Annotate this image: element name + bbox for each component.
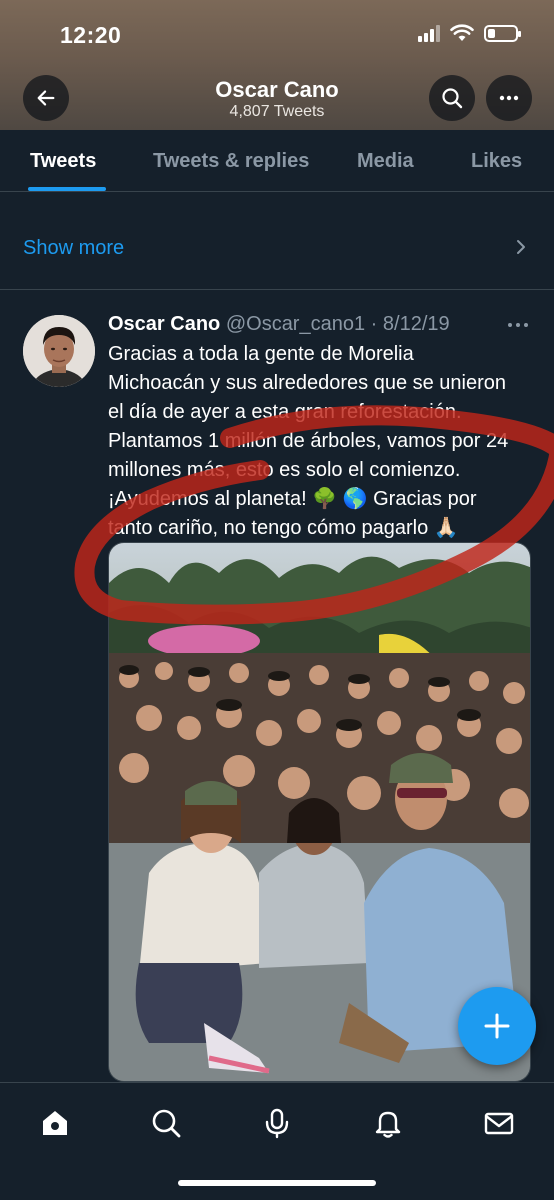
tab-likes[interactable]: Likes — [471, 150, 522, 173]
tweet-author-name[interactable]: Oscar Cano — [108, 313, 220, 335]
tweet-author-handle[interactable]: @Oscar_cano1 — [226, 313, 365, 335]
messages-envelope-icon — [484, 1112, 514, 1135]
nav-search[interactable] — [146, 1103, 186, 1143]
status-icons — [418, 24, 521, 42]
tab-media[interactable]: Media — [357, 150, 414, 173]
tweet-text: Gracias a toda la gente de Morelia Micho… — [108, 340, 538, 543]
meta-separator: · — [370, 313, 378, 335]
profile-tabs: Tweets Tweets & replies Media Likes — [0, 130, 554, 192]
profile-screen: 12:20 Oscar Cano 4,807 Tweets Tweets Twe… — [0, 0, 554, 1200]
search-icon — [152, 1109, 181, 1138]
chevron-right-icon — [517, 240, 525, 254]
tweet-text-line: ¡Ayudemos al planeta! 🌳 🌎 Gracias por — [108, 488, 477, 510]
search-button[interactable] — [429, 75, 475, 121]
tweet-text-line: el día de ayer a esta gran reforestación… — [108, 401, 462, 423]
nav-spaces[interactable] — [257, 1103, 297, 1143]
tweet-text-line: millones más, esto es solo el comienzo. — [108, 459, 461, 481]
wifi-icon — [450, 24, 474, 41]
active-tab-indicator — [28, 187, 106, 191]
avatar[interactable] — [23, 315, 95, 387]
tweet-text-line: tanto cariño, no tengo cómo pagarlo 🙏🏻 — [108, 517, 459, 539]
plus-icon — [484, 1013, 510, 1039]
nav-messages[interactable] — [479, 1103, 519, 1143]
search-icon — [442, 88, 463, 109]
tab-tweets[interactable]: Tweets — [30, 150, 96, 173]
tweet-date[interactable]: 8/12/19 — [383, 313, 450, 335]
nav-notifications[interactable] — [368, 1103, 408, 1143]
tab-tweets-replies[interactable]: Tweets & replies — [153, 150, 309, 173]
spaces-microphone-icon — [265, 1108, 289, 1139]
tweet-text-line: Gracias a toda la gente de Morelia — [108, 343, 414, 365]
show-more-label[interactable]: Show more — [23, 237, 124, 260]
tweet-text-line: Plantamos 1 millón de árboles, vamos por… — [108, 430, 509, 452]
cellular-signal-icon — [418, 24, 440, 42]
more-options-button[interactable] — [486, 75, 532, 121]
notifications-bell-icon — [375, 1111, 401, 1138]
tweet-header: Oscar Cano @Oscar_cano1 · 8/12/19 — [108, 313, 450, 336]
home-indicator-bar — [178, 1180, 376, 1186]
home-icon — [43, 1111, 67, 1135]
status-time: 12:20 — [60, 22, 122, 48]
tweet-more-icon[interactable] — [506, 318, 530, 332]
avatar-photo — [23, 315, 95, 387]
more-horizontal-icon — [499, 95, 519, 101]
compose-tweet-button[interactable] — [458, 987, 536, 1065]
battery-icon — [484, 24, 521, 42]
tweet-text-line: Michoacán y sus alrededores que se unier… — [108, 372, 507, 394]
nav-home[interactable] — [35, 1103, 75, 1143]
show-more-row[interactable]: Show more — [0, 193, 554, 290]
